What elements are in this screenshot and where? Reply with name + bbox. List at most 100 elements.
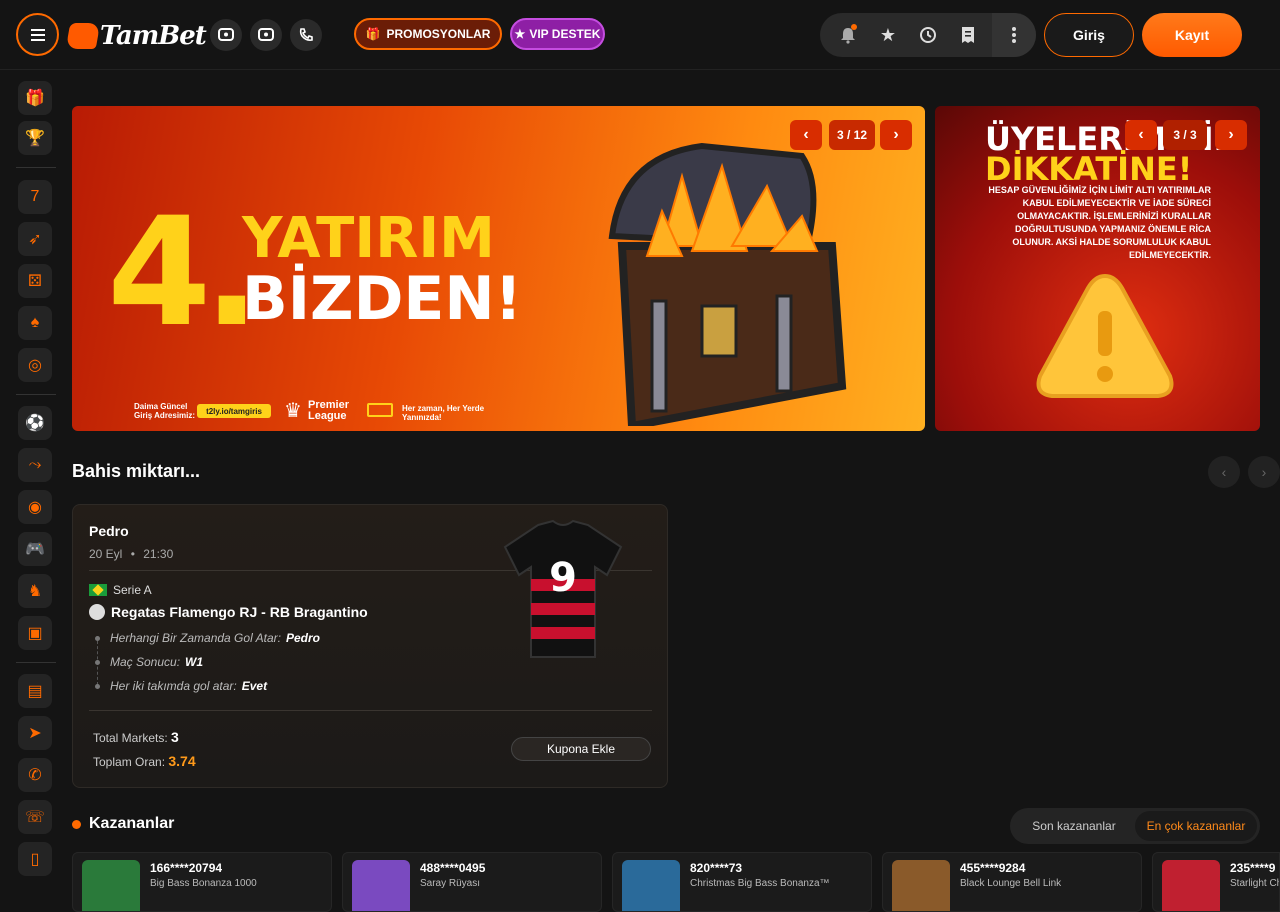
history-icon [920, 27, 936, 43]
sidebar-item-tournament[interactable]: 🏆 [18, 121, 52, 155]
sidebar-item-call[interactable]: ☏ [18, 800, 52, 834]
mobile-icon: ▯ [30, 851, 40, 868]
live-dot-icon [72, 819, 81, 829]
sidebar-item-virtual[interactable]: ◉ [18, 490, 52, 524]
promo-banner-side[interactable]: ÜYELERİMİZİN DİKKATİNE! HESAP GÜVENLİĞİM… [935, 106, 1260, 431]
star-icon: ★ [879, 24, 897, 45]
login-button[interactable]: Giriş [1044, 13, 1134, 57]
bet-next-button[interactable]: › [1248, 456, 1280, 488]
bet-datetime: 20 Eyl • 21:30 [89, 547, 173, 561]
game-thumbnail [82, 860, 140, 911]
phone-button[interactable] [290, 19, 322, 51]
side-banner-prev-button[interactable]: ‹ [1125, 120, 1157, 150]
tab-recent-winners[interactable]: Son kazananlar [1013, 811, 1135, 841]
more-icon [1012, 27, 1016, 43]
chat-button[interactable] [250, 19, 282, 51]
sidebar-item-dice[interactable]: ⚄ [18, 264, 52, 298]
rocket-icon: ➶ [28, 231, 42, 248]
roulette-icon: ◎ [28, 357, 42, 374]
sidebar-item-live-casino[interactable]: ♠ [18, 306, 52, 340]
logo[interactable]: TamBet [65, 16, 207, 56]
register-button[interactable]: Kayıt [1142, 13, 1242, 57]
winners-header: Kazananlar [72, 815, 174, 833]
winners-title: Kazananlar [89, 815, 175, 832]
banner-next-button[interactable]: › [880, 120, 912, 150]
dice-icon: ⚄ [28, 273, 42, 290]
bet-time: 21:30 [143, 547, 174, 561]
menu-button[interactable] [16, 13, 59, 56]
bet-date: 20 Eyl [89, 547, 123, 561]
vip-support-button[interactable]: ★ VIP DESTEK [510, 18, 605, 50]
dealer-icon: ♠ [30, 314, 40, 331]
banner-prev-button[interactable]: ‹ [790, 120, 822, 150]
add-to-coupon-button[interactable]: Kupona Ekle [511, 737, 651, 761]
market-label: Her iki takımda gol atar: [110, 679, 237, 693]
total-markets-label: Total Markets: [93, 731, 168, 745]
game-thumbnail [1162, 860, 1220, 911]
sidebar-item-telegram[interactable]: ➤ [18, 716, 52, 750]
sidebar-item-bonus[interactable]: 🎁 [18, 81, 52, 115]
market-row: Maç Sonucu: W1 [95, 655, 203, 669]
divider [89, 710, 652, 711]
telegram-icon: ➤ [28, 725, 42, 742]
favorites-button[interactable]: ★ [868, 13, 908, 57]
winner-card[interactable]: 166****20794 Big Bass Bonanza 1000 [72, 852, 332, 912]
more-button[interactable] [992, 13, 1036, 57]
winner-card[interactable]: 488****0495 Saray Rüyası [342, 852, 602, 912]
sidebar-item-crash[interactable]: ➶ [18, 222, 52, 256]
jersey-image: 9 [503, 519, 623, 658]
phone-icon [299, 28, 313, 41]
logo-mark [65, 23, 101, 49]
bet-prev-button[interactable]: ‹ [1208, 456, 1240, 488]
sidebar-item-chat[interactable]: ▤ [18, 674, 52, 708]
chevron-left-icon: ‹ [1221, 464, 1227, 480]
gift-icon: 🎁 [365, 27, 381, 41]
winner-user: 166****20794 [150, 861, 223, 875]
chevron-right-icon: › [1228, 126, 1234, 143]
market-dot [95, 635, 100, 641]
market-value: Pedro [285, 631, 320, 645]
banner-counter: 3 / 12 [829, 120, 875, 150]
market-label: Herhangi Bir Zamanda Gol Atar: [110, 631, 281, 645]
market-dot [95, 683, 100, 689]
user-tools: ★ [820, 13, 1036, 57]
sidebar-item-app[interactable]: ▯ [18, 842, 52, 876]
history-button[interactable] [908, 13, 948, 57]
side-banner-subtitle: DİKKATİNE! [985, 150, 1193, 188]
promo-banner-main[interactable]: 4. YATIRIM BİZDEN! Daima Güncel Giriş Ad… [72, 106, 925, 431]
betslip-button[interactable] [948, 13, 988, 57]
side-banner-next-button[interactable]: › [1215, 120, 1247, 150]
sidebar-item-horse[interactable]: ♞ [18, 574, 52, 608]
sidebar-item-slots[interactable]: 7 [18, 180, 52, 214]
promotions-button[interactable]: 🎁 PROMOSYONLAR [354, 18, 502, 50]
sidebar-item-sports[interactable]: ⚽ [18, 406, 52, 440]
total-markets: Total Markets: 3 [93, 729, 179, 745]
sidebar-item-esports[interactable]: 🎮 [18, 532, 52, 566]
tv-icon: ▣ [27, 625, 43, 642]
market-dot [95, 659, 100, 665]
side-banner-text: HESAP GÜVENLİĞİMİZ İÇİN LİMİT ALTI YATIR… [988, 185, 1211, 260]
sidebar-item-live-bet[interactable]: ⤳ [18, 448, 52, 482]
sidebar-item-roulette[interactable]: ◎ [18, 348, 52, 382]
notifications-button[interactable] [828, 13, 868, 57]
sidebar-item-whatsapp[interactable]: ✆ [18, 758, 52, 792]
banner-address-link[interactable]: t2ly.io/tamgiris [197, 404, 271, 418]
winner-card[interactable]: 235****9 Starlight Ch [1152, 852, 1280, 912]
live-chat-button[interactable] [210, 19, 242, 51]
bet-league: Serie A [89, 583, 152, 597]
warning-icon [1036, 273, 1174, 398]
banner-address-label: Daima Güncel Giriş Adresimiz: [134, 402, 196, 420]
winner-user: 455****9284 [960, 861, 1026, 875]
top-bar: TamBet 🎁 PROMOSYONLAR ★ VIP DESTEK ★ Gir… [0, 0, 1280, 70]
league-name: Serie A [113, 583, 152, 597]
tab-top-winners[interactable]: En çok kazananlar [1135, 811, 1257, 841]
message-icon: ▤ [27, 683, 43, 700]
live-icon: ⤳ [28, 456, 42, 473]
winner-game: Starlight Ch [1230, 878, 1280, 889]
winner-card[interactable]: 820****73 Christmas Big Bass Bonanza™ [612, 852, 872, 912]
target-icon: ◉ [28, 499, 42, 516]
winner-game: Big Bass Bonanza 1000 [150, 878, 257, 889]
sidebar-item-tv[interactable]: ▣ [18, 616, 52, 650]
winner-card[interactable]: 455****9284 Black Lounge Bell Link [882, 852, 1142, 912]
banner-league: Premier League [308, 399, 349, 422]
